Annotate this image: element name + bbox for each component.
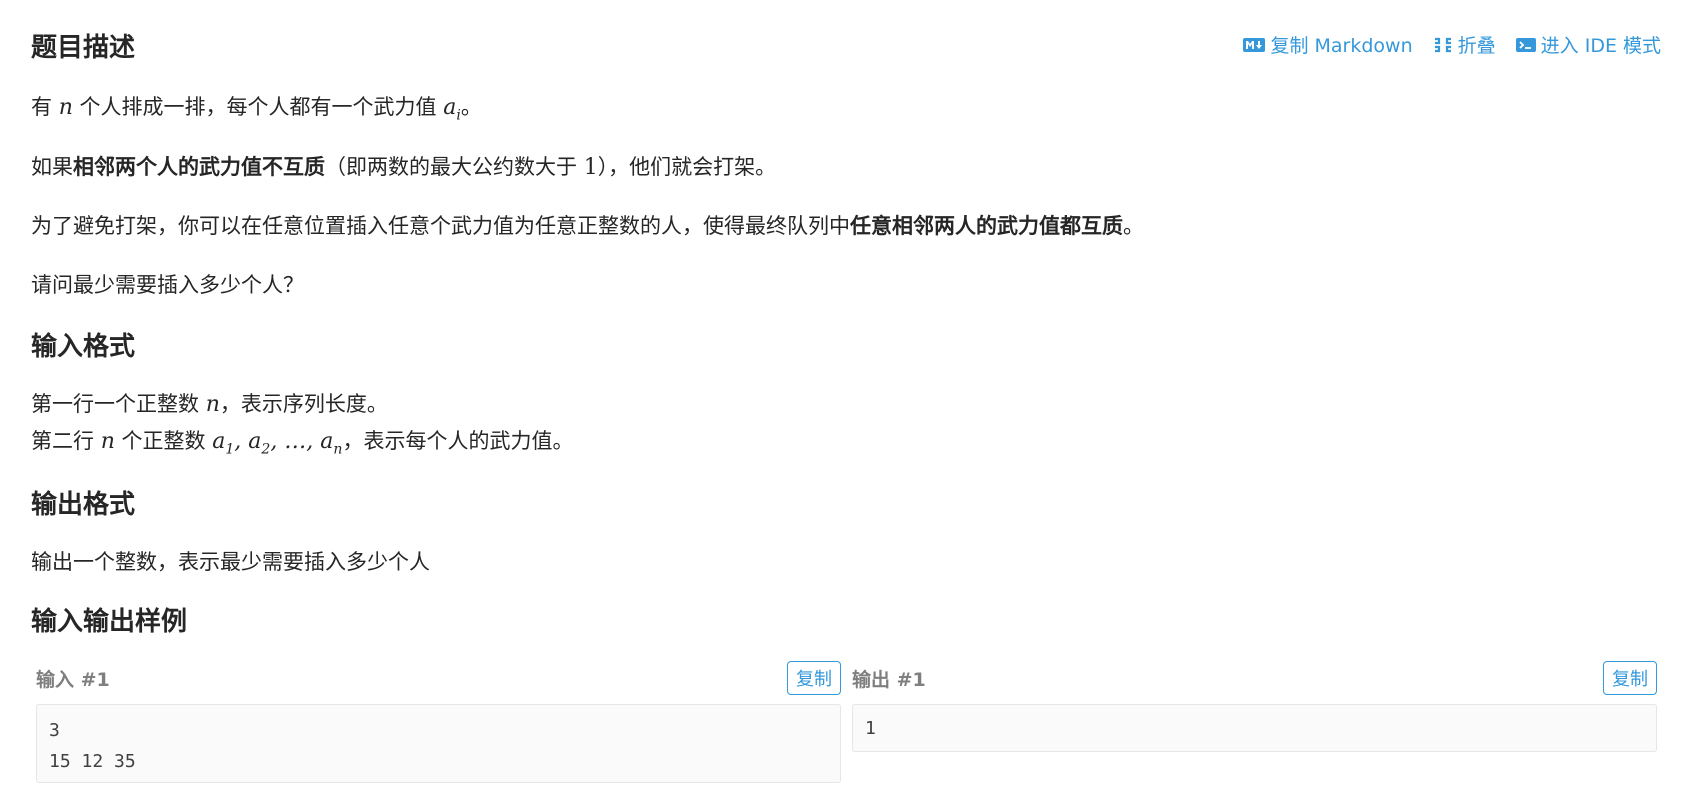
text: 为了避免打架，你可以在任意位置插入任意个武力值为任意正整数的人，使得最终队列中 <box>31 214 850 238</box>
description-paragraph-2: 如果相邻两个人的武力值不互质（即两数的最大公约数大于 1），他们就会打架。 <box>31 153 776 182</box>
text: ，表示每个人的武力值。 <box>342 429 574 453</box>
collapse-icon <box>1433 36 1453 54</box>
copy-markdown-label: 复制 Markdown <box>1270 35 1413 57</box>
output-format-line: 输出一个整数，表示最少需要插入多少个人 <box>31 550 430 574</box>
input-format-line-1: 第一行一个正整数 n，表示序列长度。 <box>31 390 388 419</box>
ide-mode-button[interactable]: 进入 IDE 模式 <box>1515 31 1661 58</box>
text: ），他们就会打架。 <box>597 155 777 179</box>
math-a: a <box>320 429 334 454</box>
description-paragraph-3: 为了避免打架，你可以在任意位置插入任意个武力值为任意正整数的人，使得最终队列中任… <box>31 212 1144 240</box>
ide-mode-label: 进入 IDE 模式 <box>1540 35 1661 57</box>
description-paragraph-1: 有 n 个人排成一排，每个人都有一个武力值 ai。 <box>31 93 482 129</box>
text: 个人排成一排，每个人都有一个武力值 <box>72 95 444 119</box>
sample-output-header: 输出 #1 复制 <box>852 661 1657 695</box>
math-comma: , <box>234 429 249 454</box>
output-format-heading: 输出格式 <box>31 490 136 520</box>
sample-input-panel: 输入 #1 复制 3 15 12 35 <box>36 661 841 783</box>
text: 。 <box>460 95 482 119</box>
text: 个正整数 <box>114 429 213 453</box>
math-a: a <box>443 95 457 120</box>
copy-markdown-button[interactable]: 复制 Markdown <box>1243 31 1413 58</box>
text: ，表示序列长度。 <box>219 392 388 416</box>
sample-input-title: 输入 #1 <box>36 668 110 691</box>
math-sub: 2 <box>261 441 271 458</box>
math-a: a <box>212 429 226 454</box>
fold-label: 折叠 <box>1457 35 1496 57</box>
copy-output-button[interactable]: 复制 <box>1603 661 1657 695</box>
text: 。 <box>1123 214 1144 238</box>
sample-output-panel: 输出 #1 复制 1 <box>852 661 1657 752</box>
sample-input-code[interactable]: 3 15 12 35 <box>36 704 841 783</box>
bold-text: 相邻两个人的武力值不互质 <box>73 155 325 179</box>
text: （即两数的最大公约数大于 <box>325 155 584 179</box>
math-sequence: a1, a2, …, an <box>212 429 342 458</box>
math-n: n <box>58 95 73 120</box>
markdown-icon <box>1243 37 1266 53</box>
problem-page: 复制 Markdown 折叠 进入 IDE 模式 题目描述 有 n 个人排成一排… <box>0 0 1683 799</box>
text: 第一行一个正整数 <box>31 392 206 416</box>
problem-toolbar: 复制 Markdown 折叠 进入 IDE 模式 <box>1243 31 1661 58</box>
description-heading: 题目描述 <box>31 33 136 63</box>
description-paragraph-4: 请问最少需要插入多少个人？ <box>31 273 304 297</box>
math-sub: 1 <box>225 441 235 458</box>
math-dots: , …, <box>270 429 321 454</box>
text: 如果 <box>31 155 73 179</box>
fold-button[interactable]: 折叠 <box>1433 31 1496 58</box>
sample-input-header: 输入 #1 复制 <box>36 661 841 695</box>
text: 第二行 <box>31 429 101 453</box>
bold-text: 任意相邻两人的武力值都互质 <box>850 214 1123 238</box>
samples-heading: 输入输出样例 <box>31 607 188 637</box>
math-n: n <box>205 392 220 417</box>
sample-output-code[interactable]: 1 <box>852 704 1657 752</box>
input-format-heading: 输入格式 <box>31 332 136 362</box>
copy-input-button[interactable]: 复制 <box>787 661 841 695</box>
math-a-i: ai <box>443 95 461 123</box>
sample-output-title: 输出 #1 <box>852 668 926 691</box>
terminal-icon <box>1515 37 1536 53</box>
input-format-line-2: 第二行 n 个正整数 a1, a2, …, an，表示每个人的武力值。 <box>31 427 573 463</box>
math-n: n <box>100 429 115 454</box>
math-one: 1 <box>583 155 598 180</box>
text: 有 <box>31 95 59 119</box>
math-a: a <box>248 429 262 454</box>
